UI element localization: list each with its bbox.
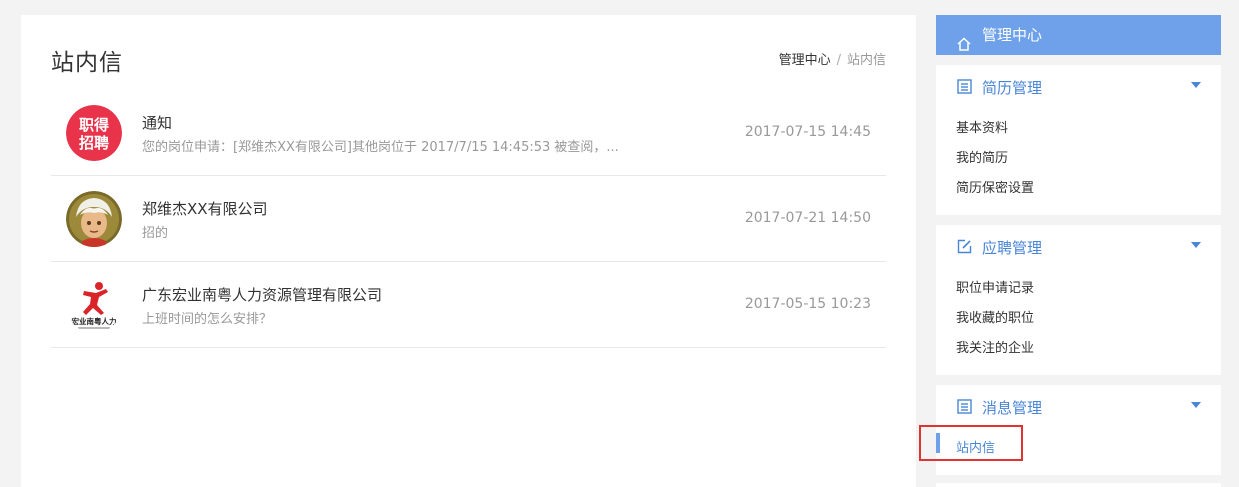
edit-icon (957, 239, 972, 254)
message-preview: 您的岗位申请：[郑维杰XX有限公司]其他岗位于 2017/7/15 14:45:… (142, 140, 619, 155)
sidebar-item-saved-jobs[interactable]: 我收藏的职位 (956, 307, 1034, 326)
section-title[interactable]: 简历管理 (982, 77, 1042, 98)
sidebar-section-next (936, 483, 1221, 487)
message-time: 2017-05-15 10:23 (744, 296, 871, 312)
svg-text:职得: 职得 (79, 116, 109, 134)
message-item[interactable]: 宏业南粤人力 广东宏业南粤人力资源管理有限公司 上班时间的怎么安排？ 2017-… (51, 262, 886, 348)
breadcrumb-current: 站内信 (846, 53, 886, 68)
message-preview: 招的 (142, 226, 169, 241)
message-preview: 上班时间的怎么安排？ (142, 312, 273, 327)
sidebar-header[interactable]: 管理中心 (936, 15, 1221, 55)
chevron-down-icon[interactable] (1191, 402, 1201, 408)
avatar: 宏业南粤人力 (66, 277, 122, 333)
message-title: 广东宏业南粤人力资源管理有限公司 (142, 286, 383, 304)
sidebar-header-label: 管理中心 (982, 26, 1043, 44)
page-title: 站内信 (51, 50, 123, 76)
resume-icon (957, 79, 972, 94)
breadcrumb-home-link[interactable]: 管理中心 (779, 53, 831, 68)
svg-text:宏业南粤人力: 宏业南粤人力 (72, 316, 117, 326)
message-title: 通知 (142, 114, 173, 132)
sidebar-item-basic-info[interactable]: 基本资料 (956, 117, 1008, 136)
running-man-logo-icon: 宏业南粤人力 (66, 277, 122, 333)
main-panel: 站内信 管理中心 / 站内信 职得 招聘 通知 您的岗位申请：[郑维杰XX有限公司]… (21, 15, 916, 487)
sidebar-section-applications: 应聘管理 职位申请记录 我收藏的职位 我关注的企业 (936, 225, 1221, 375)
chevron-down-icon[interactable] (1191, 82, 1201, 88)
message-time: 2017-07-15 14:45 (744, 124, 871, 140)
message-title: 郑维杰XX有限公司 (142, 200, 268, 218)
chevron-down-icon[interactable] (1191, 242, 1201, 248)
avatar (66, 191, 122, 247)
breadcrumb: 管理中心 / 站内信 (779, 49, 886, 68)
sidebar-item-followed-companies[interactable]: 我关注的企业 (956, 337, 1034, 356)
svg-text:招聘: 招聘 (79, 134, 109, 152)
cartoon-person-avatar-icon (66, 191, 122, 247)
message-list: 职得 招聘 通知 您的岗位申请：[郑维杰XX有限公司]其他岗位于 2017/7/… (51, 90, 886, 348)
sidebar-item-my-resume[interactable]: 我的简历 (956, 147, 1008, 166)
message-item[interactable]: 郑维杰XX有限公司 招的 2017-07-21 14:50 (51, 176, 886, 262)
message-item[interactable]: 职得 招聘 通知 您的岗位申请：[郑维杰XX有限公司]其他岗位于 2017/7/… (51, 90, 886, 176)
avatar: 职得 招聘 (66, 105, 122, 161)
home-icon (956, 27, 972, 51)
section-title[interactable]: 消息管理 (982, 397, 1042, 418)
sidebar-item-resume-privacy[interactable]: 简历保密设置 (956, 177, 1034, 196)
highlight-box (919, 425, 1023, 461)
sidebar-section-resume: 简历管理 基本资料 我的简历 简历保密设置 (936, 65, 1221, 215)
section-title[interactable]: 应聘管理 (982, 237, 1042, 258)
breadcrumb-separator: / (836, 53, 841, 68)
zhidezhaopin-logo-icon: 职得 招聘 (66, 105, 122, 161)
message-icon (957, 399, 972, 414)
message-time: 2017-07-21 14:50 (744, 210, 871, 226)
sidebar-item-application-records[interactable]: 职位申请记录 (956, 277, 1034, 296)
